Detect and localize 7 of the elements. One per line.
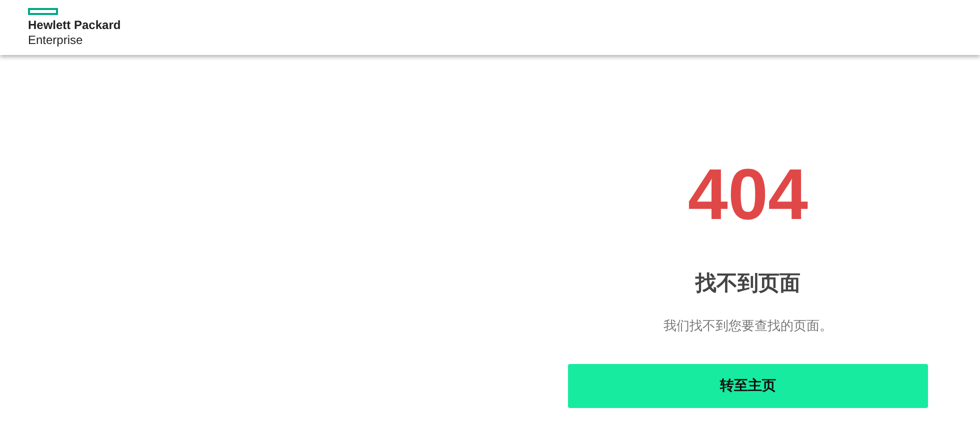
home-button[interactable]: 转至主页 <box>568 364 928 408</box>
logo-icon <box>28 8 58 15</box>
logo-text: Enterprise <box>28 34 84 47</box>
error-message: 我们找不到您要查找的页面。 <box>664 317 832 335</box>
error-code: 404 <box>688 155 808 235</box>
error-title: 找不到页面 <box>696 271 800 297</box>
logo-text: Hewlett Packard <box>28 19 121 32</box>
